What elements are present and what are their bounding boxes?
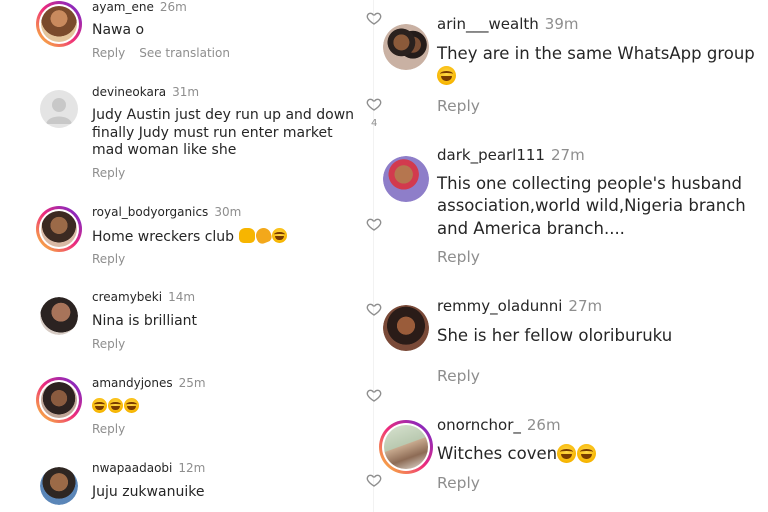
raised-hands-emoji-icon [238, 228, 255, 243]
default-avatar-icon [46, 98, 72, 124]
comment-username[interactable]: onornchor_ [437, 416, 521, 434]
comment-username[interactable]: dark_pearl111 [437, 146, 545, 164]
like-heart-icon[interactable] [366, 96, 382, 112]
like-heart-icon[interactable] [366, 472, 382, 488]
laughing-emoji-icon [271, 228, 287, 243]
comment-actions: Reply [437, 474, 480, 492]
reply-button[interactable]: Reply [92, 422, 125, 436]
reply-button[interactable]: Reply [437, 97, 480, 115]
comment-username[interactable]: creamybeki [92, 290, 162, 304]
reply-button[interactable]: Reply [92, 166, 125, 180]
comments-column-left: ayam_ene 26m Nawa o Reply See translation … [0, 0, 372, 512]
comment-username[interactable]: amandyjones [92, 376, 173, 390]
comment-username[interactable]: royal_bodyorganics [92, 205, 208, 219]
comment-meta: creamybeki 14m [92, 290, 195, 304]
avatar[interactable] [40, 297, 78, 335]
comment-time: 27m [550, 146, 585, 164]
comment-text: Nawa o [92, 22, 145, 38]
clapping-emoji-icon [253, 225, 273, 246]
comment-actions: Reply [437, 367, 480, 385]
comment-meta: ayam_ene 26m [92, 0, 187, 14]
like-heart-icon[interactable] [366, 10, 382, 26]
comment-username[interactable]: devineokara [92, 85, 166, 99]
like-heart-icon[interactable] [366, 216, 382, 232]
reply-button[interactable]: Reply [437, 248, 480, 266]
laughing-emoji-icon [557, 444, 577, 463]
avatar[interactable] [36, 1, 82, 47]
avatar[interactable] [383, 24, 429, 70]
comment-text-row: Home wreckers club [92, 225, 288, 247]
reply-button[interactable]: Reply [437, 474, 480, 492]
avatar[interactable] [40, 467, 78, 505]
reply-button[interactable]: Reply [92, 46, 125, 60]
avatar[interactable] [40, 90, 78, 128]
comment-time: 30m [214, 205, 242, 219]
comment-meta: onornchor_ 26m [437, 416, 561, 434]
comment-actions: Reply [92, 422, 125, 436]
comment-actions: Reply [92, 166, 125, 180]
comment-meta: dark_pearl111 27m [437, 146, 585, 164]
comment-text: Judy Austin just dey run up and down fin… [92, 107, 355, 158]
comment-meta: remmy_oladunni 27m [437, 297, 602, 315]
comment-username[interactable]: nwapaadaobi [92, 461, 172, 475]
comment-time: 14m [168, 290, 196, 304]
comment-text-row: They are in the same WhatsApp group [437, 43, 767, 88]
laughing-emoji-icon [92, 398, 107, 413]
comment-time: 26m [159, 0, 187, 14]
comment-meta: arin___wealth 39m [437, 15, 578, 33]
reply-button[interactable]: Reply [92, 337, 125, 351]
like-count: 4 [371, 118, 378, 129]
comment-time: 31m [172, 85, 200, 99]
laughing-emoji-icon [108, 398, 123, 413]
comment-time: 27m [568, 297, 603, 315]
laughing-emoji-icon [124, 398, 139, 413]
comment-actions: Reply [92, 337, 125, 351]
avatar[interactable] [383, 305, 429, 351]
comment-actions: Reply [437, 97, 480, 115]
comment-username[interactable]: remmy_oladunni [437, 297, 562, 315]
comment-time: 12m [178, 461, 206, 475]
comment-text: They are in the same WhatsApp group [437, 44, 755, 63]
comment-text: Home wreckers club [92, 229, 235, 245]
comment-time: 39m [544, 15, 579, 33]
comment-text: Nina is brilliant [92, 313, 198, 329]
laughing-emoji-icon [577, 444, 597, 463]
comment-text: She is her fellow oloriburuku [437, 326, 673, 345]
avatar[interactable] [36, 377, 82, 423]
reply-button[interactable]: Reply [92, 252, 125, 266]
comment-text: Juju zukwanuike [92, 484, 205, 500]
comment-text-row [92, 398, 140, 417]
comment-time: 25m [178, 376, 206, 390]
comments-column-right: arin___wealth 39m They are in the same Wh… [366, 0, 768, 512]
laughing-emoji-icon [437, 66, 456, 86]
comment-meta: royal_bodyorganics 30m [92, 205, 241, 219]
avatar[interactable] [383, 156, 429, 202]
comment-username[interactable]: ayam_ene [92, 0, 154, 14]
reply-button[interactable]: Reply [437, 367, 480, 385]
see-translation-button[interactable]: See translation [139, 46, 230, 60]
comment-time: 26m [526, 416, 561, 434]
avatar[interactable] [36, 206, 82, 252]
comment-meta: devineokara 31m [92, 85, 199, 99]
comment-meta: amandyjones 25m [92, 376, 206, 390]
comment-text: Witches coven [437, 444, 558, 463]
like-heart-icon[interactable] [366, 387, 382, 403]
comment-actions: Reply [92, 252, 125, 266]
comment-meta: nwapaadaobi 12m [92, 461, 205, 475]
comment-text: This one collecting people's husband ass… [437, 174, 746, 238]
avatar[interactable] [379, 420, 433, 474]
comment-text-row: Witches coven [437, 443, 767, 465]
comment-username[interactable]: arin___wealth [437, 15, 539, 33]
comment-actions: Reply See translation [92, 46, 230, 60]
comment-actions: Reply [437, 248, 480, 266]
like-heart-icon[interactable] [366, 301, 382, 317]
